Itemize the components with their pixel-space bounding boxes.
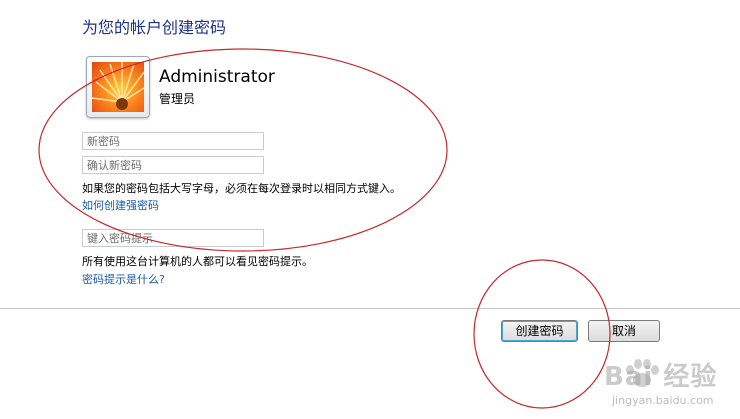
user-role: 管理员 <box>159 92 196 106</box>
hint-note: 所有使用这台计算机的人都可以看见密码提示。 <box>82 255 313 268</box>
user-avatar[interactable] <box>86 56 150 118</box>
user-name: Administrator <box>159 67 275 87</box>
new-password-input[interactable] <box>82 132 264 150</box>
hint-help-link[interactable]: 密码提示是什么? <box>82 271 165 287</box>
watermark-brand: Bai 经验 <box>604 362 718 392</box>
footer-divider <box>0 308 740 309</box>
page-title: 为您的帐户创建密码 <box>82 18 227 37</box>
watermark-url: jingyan.baidu.com <box>612 394 714 407</box>
cancel-button[interactable]: 取消 <box>588 320 660 342</box>
strong-password-link[interactable]: 如何创建强密码 <box>82 197 159 213</box>
create-password-button[interactable]: 创建密码 <box>501 320 578 342</box>
confirm-password-input[interactable] <box>82 156 264 174</box>
flower-avatar-icon <box>92 62 144 112</box>
caps-note: 如果您的密码包括大写字母，必须在每次登录时以相同方式键入。 <box>82 182 401 195</box>
password-hint-input[interactable] <box>82 229 264 247</box>
